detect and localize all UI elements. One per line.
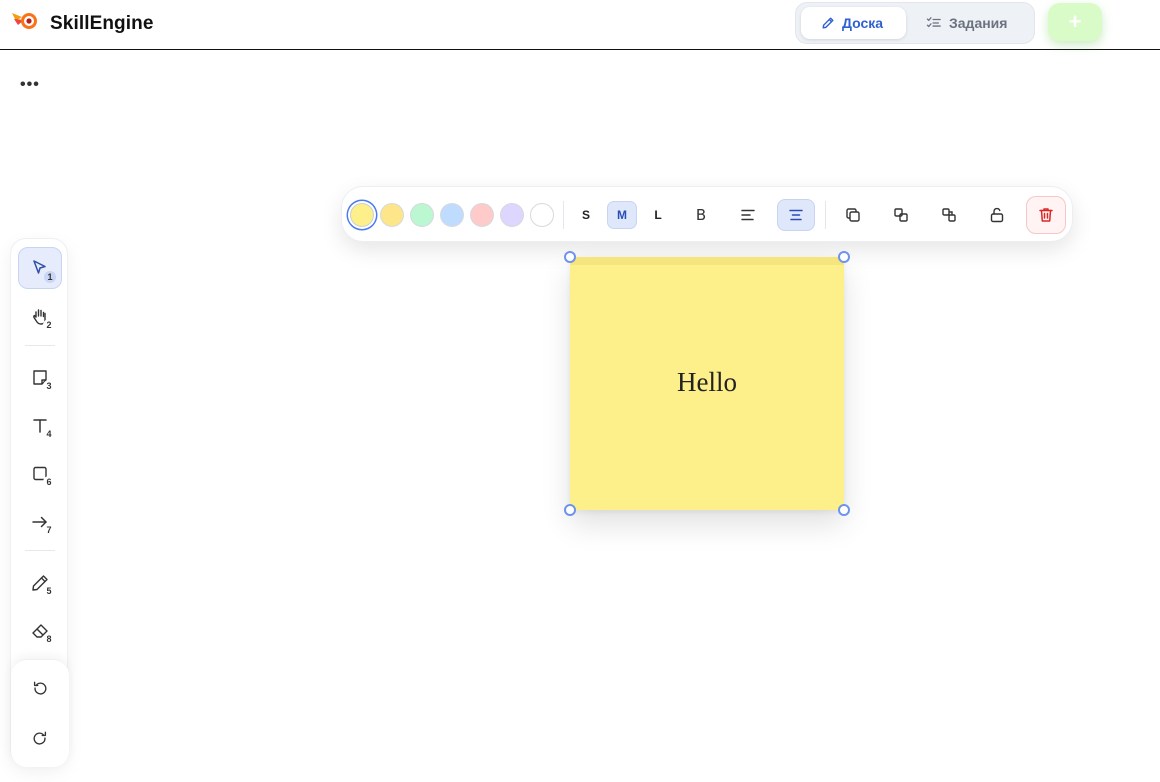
color-swatch-green[interactable] <box>410 203 434 227</box>
color-swatch-purple[interactable] <box>500 203 524 227</box>
align-center-icon <box>789 209 803 221</box>
app-title: SkillEngine <box>50 13 154 34</box>
bold-label: B <box>695 206 707 224</box>
sticky-note-header <box>570 257 844 265</box>
send-backward-button[interactable] <box>930 199 968 231</box>
shortcut-badge: 3 <box>43 380 55 392</box>
sticky-note-text[interactable]: Hello <box>570 367 844 398</box>
history-controls <box>11 659 69 767</box>
tool-text[interactable]: 4 <box>18 405 62 447</box>
color-swatch-red[interactable] <box>470 203 494 227</box>
shortcut-badge: 4 <box>43 428 55 440</box>
send-backward-icon <box>942 208 956 222</box>
sticky-note[interactable]: Hello <box>570 257 844 510</box>
tool-eraser[interactable]: 8 <box>18 610 62 652</box>
format-toolbar: S M L B <box>341 186 1073 242</box>
view-switcher: Доска Задания <box>795 2 1035 44</box>
pencil-icon <box>822 17 834 29</box>
tool-arrow[interactable]: 7 <box>18 501 62 543</box>
duplicate-icon <box>846 208 860 222</box>
align-left-button[interactable] <box>729 199 767 231</box>
delete-button[interactable] <box>1026 196 1066 234</box>
tool-pencil[interactable]: 5 <box>18 562 62 604</box>
color-swatch-white[interactable] <box>530 203 554 227</box>
add-button[interactable]: + <box>1048 3 1102 41</box>
color-swatch-yellow[interactable] <box>350 203 374 227</box>
more-menu-button[interactable]: ••• <box>20 76 40 94</box>
undo-icon <box>33 681 47 695</box>
redo-button[interactable] <box>28 727 52 751</box>
bold-button[interactable]: B <box>682 199 720 231</box>
toolbar-divider <box>563 201 564 229</box>
lock-button[interactable] <box>978 199 1016 231</box>
tab-tasks-label: Задания <box>949 15 1008 31</box>
size-medium-button[interactable]: M <box>607 201 637 229</box>
checklist-icon <box>926 17 941 28</box>
shortcut-badge: 1 <box>44 271 56 283</box>
shortcut-badge: 7 <box>43 524 55 536</box>
undo-button[interactable] <box>28 677 52 701</box>
tab-board[interactable]: Доска <box>801 7 906 39</box>
color-swatch-amber[interactable] <box>380 203 404 227</box>
resize-handle-top-right[interactable] <box>838 251 850 263</box>
unlock-icon <box>990 207 1004 223</box>
shortcut-badge: 6 <box>43 476 55 488</box>
tool-palette: 1 2 3 4 6 7 5 8 <box>10 238 69 767</box>
bring-forward-button[interactable] <box>882 199 920 231</box>
align-left-icon <box>741 209 755 221</box>
size-large-button[interactable]: L <box>643 201 673 229</box>
tool-divider <box>25 550 55 551</box>
tool-divider <box>25 345 55 346</box>
tool-shape[interactable]: 6 <box>18 453 62 495</box>
shortcut-badge: 8 <box>43 633 55 645</box>
top-header: SkillEngine Доска Задания + <box>0 0 1160 50</box>
tool-hand[interactable]: 2 <box>18 296 62 338</box>
toolbar-divider <box>825 201 826 229</box>
shortcut-badge: 2 <box>43 319 55 331</box>
color-swatch-blue[interactable] <box>440 203 464 227</box>
tool-sticky-note[interactable]: 3 <box>18 357 62 399</box>
resize-handle-top-left[interactable] <box>564 251 576 263</box>
redo-icon <box>33 731 47 745</box>
duplicate-button[interactable] <box>834 199 872 231</box>
align-center-button[interactable] <box>777 199 815 231</box>
shortcut-badge: 5 <box>43 585 55 597</box>
resize-handle-bottom-right[interactable] <box>838 504 850 516</box>
bring-forward-icon <box>894 208 908 222</box>
size-small-button[interactable]: S <box>571 201 601 229</box>
tab-tasks[interactable]: Задания <box>926 7 1026 39</box>
resize-handle-bottom-left[interactable] <box>564 504 576 516</box>
trash-icon <box>1039 208 1053 222</box>
logo-icon <box>12 13 37 29</box>
tab-board-label: Доска <box>842 15 884 31</box>
tool-select[interactable]: 1 <box>18 247 62 289</box>
